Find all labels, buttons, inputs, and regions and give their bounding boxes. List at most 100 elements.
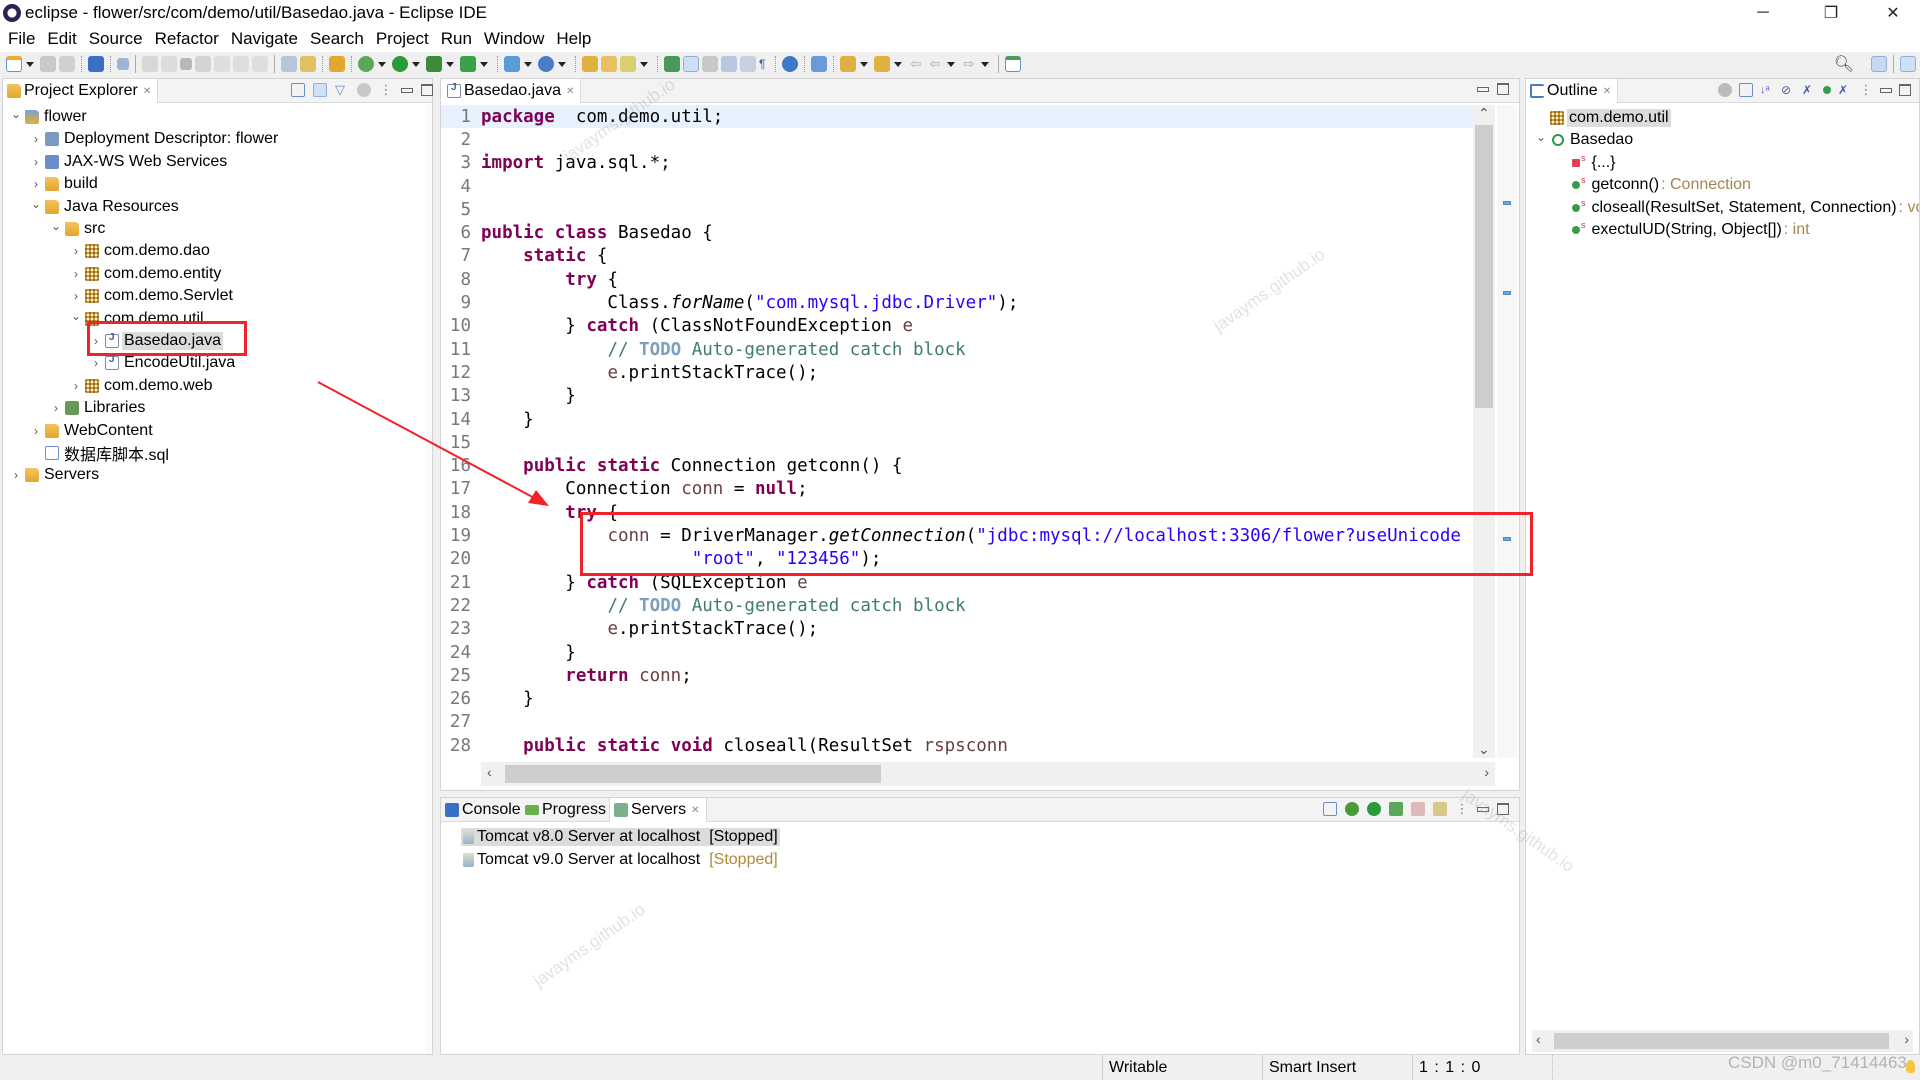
minimize-icon[interactable] xyxy=(1477,806,1489,812)
tree-item[interactable]: › com.demo.web xyxy=(69,375,215,397)
disconnect-icon[interactable] xyxy=(195,56,211,72)
tab-console[interactable]: Console xyxy=(441,798,527,822)
chevron-right-icon[interactable]: › xyxy=(9,468,23,482)
step-over-icon[interactable] xyxy=(233,56,249,72)
code-line[interactable]: 1 package com.demo.util; xyxy=(441,105,1489,129)
save-icon[interactable] xyxy=(40,56,56,72)
code-line[interactable]: 9 Class.forName("com.mysql.jdbc.Driver")… xyxy=(441,291,1489,314)
view-menu-icon[interactable]: ⋮ xyxy=(1859,83,1873,97)
debug-dropdown[interactable] xyxy=(378,61,386,67)
code-line[interactable]: 13 } xyxy=(441,385,1489,408)
code-line[interactable]: 14 } xyxy=(441,408,1489,431)
code-line[interactable]: 23 e.printStackTrace(); xyxy=(441,618,1489,641)
tree-item[interactable]: 数据库脚本.sql xyxy=(29,442,171,464)
menu-search[interactable]: Search xyxy=(304,29,370,49)
tree-item[interactable]: › com.demo.entity xyxy=(69,263,223,285)
outline-item[interactable]: s closeall(ResultSet, Statement, Connecti… xyxy=(1554,197,1919,219)
code-line[interactable]: 16 public static Connection getconn() { xyxy=(441,455,1489,478)
hide-non-public-icon[interactable] xyxy=(1823,86,1831,94)
scroll-left-icon[interactable]: ‹ xyxy=(487,764,492,780)
code-line[interactable]: 27 xyxy=(441,711,1489,734)
resume-icon[interactable] xyxy=(142,56,158,72)
tree-item[interactable]: › Deployment Descriptor: flower xyxy=(29,128,280,150)
outline-item[interactable]: s getconn() : Connection xyxy=(1554,174,1751,196)
minimize-button[interactable]: ─ xyxy=(1740,0,1786,26)
chevron-down-icon[interactable]: ⌄ xyxy=(29,197,43,211)
start-server-icon[interactable] xyxy=(1367,802,1381,816)
code-line[interactable]: 17 Connection conn = null; xyxy=(441,478,1489,501)
menu-run[interactable]: Run xyxy=(435,29,478,49)
run-icon[interactable] xyxy=(392,56,408,72)
close-icon[interactable]: ✕ xyxy=(691,805,699,816)
mark-occurrences-icon[interactable] xyxy=(683,56,699,72)
scroll-right-icon[interactable]: › xyxy=(1904,1031,1909,1047)
code-line[interactable]: 29 try { xyxy=(441,757,1489,760)
publish-icon[interactable] xyxy=(1433,802,1447,816)
code-line[interactable]: 15 xyxy=(441,431,1489,454)
code-line[interactable]: 10 } catch (ClassNotFoundException e xyxy=(441,315,1489,338)
coverage-icon[interactable] xyxy=(426,56,442,72)
chevron-right-icon[interactable]: › xyxy=(69,267,83,281)
close-icon[interactable]: ✕ xyxy=(1603,86,1611,97)
sort-icon[interactable]: ↓ᵃ xyxy=(1760,83,1774,97)
code-line[interactable]: 12 e.printStackTrace(); xyxy=(441,361,1489,384)
new-class-icon[interactable] xyxy=(538,56,554,72)
close-icon[interactable]: ✕ xyxy=(143,86,151,97)
back-dropdown[interactable] xyxy=(947,61,955,67)
deploy-icon[interactable] xyxy=(811,56,827,72)
view-menu-icon[interactable]: ⋮ xyxy=(1455,802,1469,816)
forward-dropdown[interactable] xyxy=(981,61,989,67)
horizontal-scroll-thumb[interactable] xyxy=(505,765,881,783)
code-line[interactable]: 6 public class Basedao { xyxy=(441,222,1489,245)
link-with-editor-icon[interactable] xyxy=(313,83,327,97)
menu-navigate[interactable]: Navigate xyxy=(225,29,304,49)
scroll-right-icon[interactable]: › xyxy=(1484,764,1489,780)
last-edit-icon[interactable]: ⇦ xyxy=(908,56,924,72)
code-line[interactable]: 22 // TODO Auto-generated catch block xyxy=(441,594,1489,617)
code-line[interactable]: 11 // TODO Auto-generated catch block xyxy=(441,338,1489,361)
maximize-icon[interactable] xyxy=(421,84,433,96)
debug-server-icon[interactable] xyxy=(1345,802,1359,816)
code-line[interactable]: 4 xyxy=(441,175,1489,198)
menu-refactor[interactable]: Refactor xyxy=(149,29,225,49)
step-return-icon[interactable] xyxy=(252,56,268,72)
code-line[interactable]: 2 xyxy=(441,128,1489,151)
scroll-left-icon[interactable]: ‹ xyxy=(1536,1031,1541,1047)
debug-config-icon[interactable] xyxy=(300,56,316,72)
terminal-icon[interactable] xyxy=(88,56,104,72)
outline-item[interactable]: s {...} xyxy=(1554,152,1618,174)
stop-server-icon[interactable] xyxy=(1411,802,1425,816)
use-step-filters-icon[interactable] xyxy=(281,56,297,72)
code-line[interactable]: 3 import java.sql.*; xyxy=(441,152,1489,175)
code-line[interactable]: 7 static { xyxy=(441,245,1489,268)
tree-item[interactable]: › Libraries xyxy=(49,397,147,419)
tree-item[interactable]: ⌄ flower xyxy=(9,106,89,128)
focus-on-active-task-icon[interactable] xyxy=(1718,83,1732,97)
outline-item[interactable]: ⌄ Basedao xyxy=(1534,129,1635,151)
chevron-down-icon[interactable]: ⌄ xyxy=(49,219,63,233)
tab-project-explorer[interactable]: Project Explorer ✕ xyxy=(3,79,159,103)
close-button[interactable]: ✕ xyxy=(1870,0,1916,26)
word-wrap-icon[interactable] xyxy=(740,56,756,72)
toggle-breadcrumb-icon[interactable] xyxy=(702,56,718,72)
chevron-right-icon[interactable]: › xyxy=(69,289,83,303)
search-dropdown[interactable] xyxy=(640,61,648,67)
outline-horizontal-scrollbar[interactable]: ‹ › xyxy=(1532,1030,1913,1052)
tab-basedao-java[interactable]: Basedao.java ✕ xyxy=(441,79,582,103)
web-browser-icon[interactable] xyxy=(782,56,798,72)
scroll-down-icon[interactable]: ⌄ xyxy=(1478,741,1490,758)
minimize-icon[interactable] xyxy=(1477,86,1489,92)
outline-item[interactable]: s exectulUD(String, Object[]) : int xyxy=(1554,219,1810,241)
run-external-tools-icon[interactable] xyxy=(460,56,476,72)
tab-servers[interactable]: Servers ✕ xyxy=(609,798,707,822)
tree-item[interactable]: › build xyxy=(29,173,100,195)
menu-window[interactable]: Window xyxy=(478,29,550,49)
menu-file[interactable]: File xyxy=(2,29,41,49)
view-menu-icon[interactable]: ⋮ xyxy=(379,83,393,97)
server-item[interactable]: Tomcat v8.0 Server at localhost [Stopped] xyxy=(461,826,780,848)
next-annotation-dropdown[interactable] xyxy=(860,61,868,67)
server-item[interactable]: Tomcat v9.0 Server at localhost [Stopped] xyxy=(461,849,780,871)
chevron-right-icon[interactable]: › xyxy=(69,244,83,258)
coverage-dropdown[interactable] xyxy=(446,61,454,67)
new-java-project-dropdown[interactable] xyxy=(524,61,532,67)
